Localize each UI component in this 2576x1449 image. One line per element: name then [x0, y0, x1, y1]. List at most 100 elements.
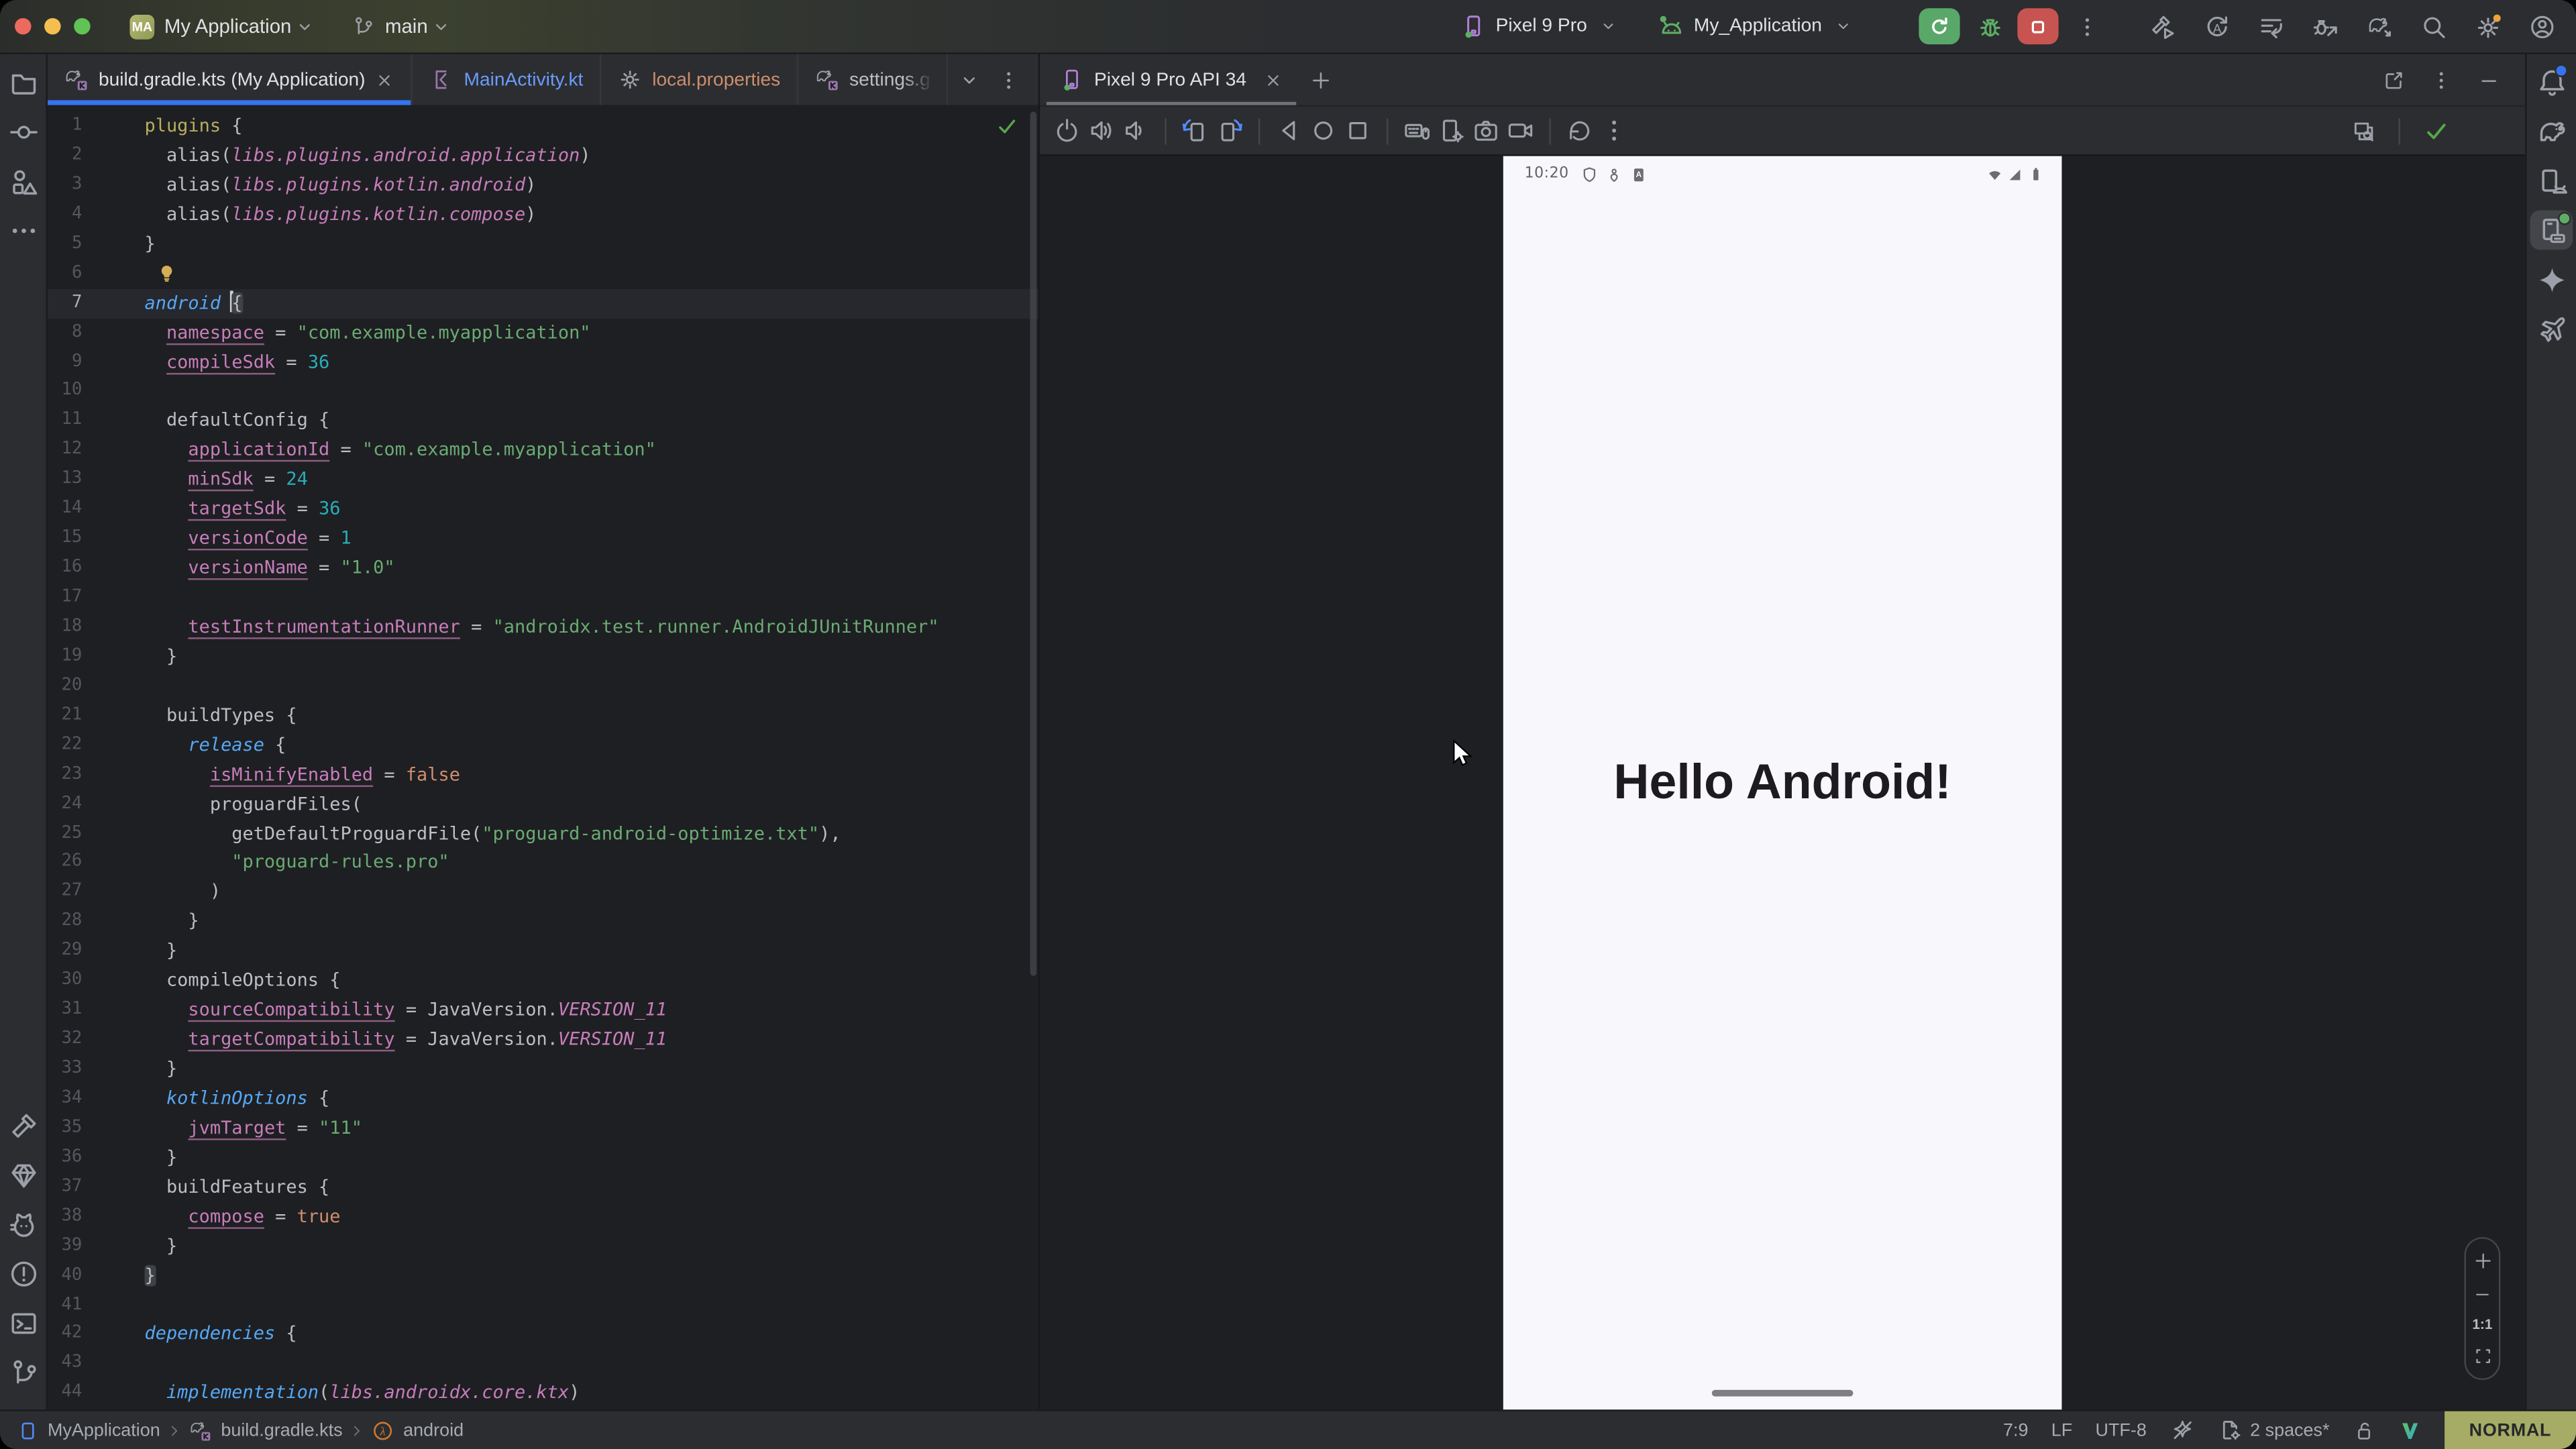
editor-tab-settings.g[interactable]: settings.g: [798, 54, 948, 105]
stop-button[interactable]: [2017, 8, 2058, 44]
line-number[interactable]: 7: [48, 288, 144, 318]
gradle-sync-icon[interactable]: [2366, 12, 2394, 40]
run-configuration-selector[interactable]: My_Application: [1658, 12, 1853, 40]
line-number[interactable]: 8: [48, 318, 144, 347]
code-line[interactable]: 21 buildTypes {: [48, 701, 1038, 731]
editor-tab-local.properties[interactable]: local.properties: [601, 54, 798, 105]
minimize-icon[interactable]: [2474, 60, 2502, 99]
branch-tool-button[interactable]: [1, 1347, 44, 1396]
more-run-actions-button[interactable]: [2075, 14, 2100, 39]
line-number[interactable]: 11: [48, 407, 144, 436]
code-line[interactable]: 24 proguardFiles(: [48, 790, 1038, 819]
writable-status-icon[interactable]: [2353, 1419, 2375, 1442]
code-line[interactable]: 33 }: [48, 1055, 1038, 1084]
line-number[interactable]: 34: [48, 1084, 144, 1114]
line-number[interactable]: 25: [48, 819, 144, 849]
code-line[interactable]: 15 versionCode = 1: [48, 525, 1038, 554]
settings-icon[interactable]: [2474, 12, 2502, 40]
line-number[interactable]: 23: [48, 760, 144, 790]
tab-list-chevron-icon[interactable]: [958, 68, 981, 91]
debug-button[interactable]: [1976, 12, 2004, 40]
more-h-tool-button[interactable]: [1, 205, 44, 254]
screen-record-icon[interactable]: [1507, 111, 1535, 150]
line-separator-widget[interactable]: LF: [2051, 1420, 2072, 1440]
zoom-actual-size-button[interactable]: 1:1: [2472, 1316, 2492, 1332]
code-line[interactable]: 7android {: [48, 288, 1038, 318]
apply-code-icon[interactable]: [2257, 12, 2286, 40]
running-devices-tool-button[interactable]: [2530, 210, 2573, 250]
device-settings-icon[interactable]: [1438, 111, 1466, 150]
line-number[interactable]: 36: [48, 1143, 144, 1173]
build-icon[interactable]: [2149, 12, 2177, 40]
emulator-screen[interactable]: 10:20 A Hello Android!: [1503, 156, 2062, 1410]
hardware-input-icon[interactable]: [1403, 111, 1431, 150]
ai-assistant-status-icon[interactable]: [2169, 1417, 2194, 1442]
line-number[interactable]: 9: [48, 347, 144, 377]
line-number[interactable]: 33: [48, 1055, 144, 1084]
line-number[interactable]: 35: [48, 1114, 144, 1143]
line-number[interactable]: 43: [48, 1350, 144, 1379]
line-number[interactable]: 14: [48, 495, 144, 525]
line-number[interactable]: 28: [48, 908, 144, 937]
line-number[interactable]: 16: [48, 553, 144, 583]
code-line[interactable]: 12 applicationId = "com.example.myapplic…: [48, 436, 1038, 466]
screenshot-icon[interactable]: [1472, 111, 1500, 150]
minimize-window-button[interactable]: [44, 18, 60, 34]
line-number[interactable]: 4: [48, 200, 144, 229]
code-line[interactable]: 36 }: [48, 1143, 1038, 1173]
line-number[interactable]: 19: [48, 642, 144, 672]
breadcrumb-item[interactable]: MyApplication: [16, 1419, 160, 1442]
home-icon[interactable]: [1309, 111, 1338, 150]
code-line[interactable]: 22 release {: [48, 731, 1038, 760]
volume-down-icon[interactable]: [1122, 111, 1150, 150]
logcat-tool-button[interactable]: [1, 1199, 44, 1248]
code-line[interactable]: 10: [48, 377, 1038, 407]
rotate-left-icon[interactable]: [1181, 111, 1210, 150]
zoom-in-button[interactable]: [2471, 1250, 2493, 1272]
code-line[interactable]: 39 }: [48, 1232, 1038, 1261]
indent-widget[interactable]: 2 spaces*: [2217, 1417, 2329, 1442]
editor-tab-build.gradle.kts[interactable]: build.gradle.kts (My Application): [48, 54, 413, 105]
code-line[interactable]: 1plugins {: [48, 112, 1038, 142]
layout-inspector-icon[interactable]: [2349, 111, 2377, 150]
project-selector[interactable]: My Application: [154, 15, 316, 38]
code-line[interactable]: 32 targetCompatibility = JavaVersion.VER…: [48, 1025, 1038, 1055]
line-number[interactable]: 38: [48, 1202, 144, 1232]
code-line[interactable]: 43: [48, 1350, 1038, 1379]
vcs-branch-selector[interactable]: main: [352, 15, 452, 38]
caret-position-widget[interactable]: 7:9: [2003, 1420, 2028, 1440]
code-line[interactable]: 5}: [48, 229, 1038, 259]
code-line[interactable]: 20: [48, 672, 1038, 701]
code-line[interactable]: 6: [48, 259, 1038, 288]
volume-up-icon[interactable]: [1087, 111, 1116, 150]
code-line[interactable]: 2 alias(libs.plugins.android.application…: [48, 141, 1038, 170]
code-line[interactable]: 30 compileOptions {: [48, 966, 1038, 996]
code-line[interactable]: 34 kotlinOptions {: [48, 1084, 1038, 1114]
line-number[interactable]: 27: [48, 878, 144, 908]
code-line[interactable]: 16 versionName = "1.0": [48, 553, 1038, 583]
kebab-icon[interactable]: [1600, 111, 1628, 150]
code-line[interactable]: 26 "proguard-rules.pro": [48, 849, 1038, 878]
hammer-tool-button[interactable]: [1, 1101, 44, 1150]
back-icon[interactable]: [1275, 111, 1303, 150]
code-line[interactable]: 28 }: [48, 908, 1038, 937]
gradle-tool-button[interactable]: [2530, 107, 2573, 156]
rerun-button[interactable]: [1919, 8, 1960, 44]
folder-tool-button[interactable]: [1, 58, 44, 107]
line-number[interactable]: 31: [48, 996, 144, 1025]
search-icon[interactable]: [2420, 12, 2448, 40]
line-number[interactable]: 42: [48, 1320, 144, 1350]
attach-debugger-icon[interactable]: [2312, 12, 2340, 40]
code-line[interactable]: 8 namespace = "com.example.myapplication…: [48, 318, 1038, 347]
editor-tab-MainActivity.kt[interactable]: MainActivity.kt: [413, 54, 602, 105]
line-number[interactable]: 3: [48, 170, 144, 200]
kebab-icon[interactable]: [2426, 60, 2455, 99]
code-line[interactable]: 31 sourceCompatibility = JavaVersion.VER…: [48, 996, 1038, 1025]
bell-tool-button[interactable]: [2530, 58, 2573, 107]
device-tab[interactable]: Pixel 9 Pro API 34: [1053, 54, 1289, 105]
line-number[interactable]: 41: [48, 1291, 144, 1320]
apply-changes-icon[interactable]: A: [2203, 12, 2231, 40]
code-line[interactable]: 18 testInstrumentationRunner = "androidx…: [48, 612, 1038, 642]
zoom-out-button[interactable]: [2473, 1284, 2492, 1303]
code-line[interactable]: 3 alias(libs.plugins.kotlin.android): [48, 170, 1038, 200]
